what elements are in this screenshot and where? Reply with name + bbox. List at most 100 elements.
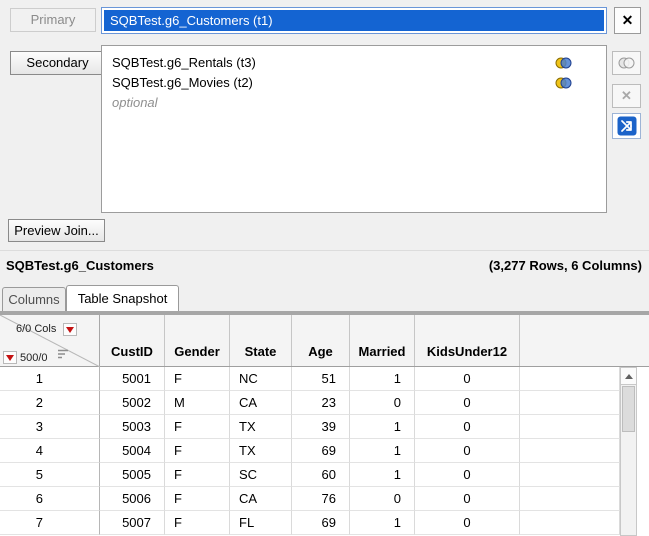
table-cell[interactable]: 76 [292,487,350,511]
column-header-age[interactable]: Age [292,315,350,366]
row-number[interactable]: 2 [0,391,100,415]
tab-columns[interactable]: Columns [2,287,66,311]
table-cell[interactable]: 5004 [100,439,165,463]
table-cell[interactable]: CA [230,391,292,415]
preview-join-button[interactable]: Preview Join... [8,219,105,242]
column-header-gender[interactable]: Gender [165,315,230,366]
column-header-kidsunder12[interactable]: KidsUnder12 [415,315,520,366]
table-cell[interactable]: 0 [350,391,415,415]
table-cell[interactable]: 60 [292,463,350,487]
table-cell[interactable]: CA [230,487,292,511]
table-cell[interactable]: 1 [350,415,415,439]
table-cell[interactable]: 5006 [100,487,165,511]
secondary-optional-placeholder: optional [102,93,606,113]
table-cell[interactable]: 5003 [100,415,165,439]
table-cell[interactable]: SC [230,463,292,487]
table-row: 75007FFL6910 [0,511,649,535]
row-number[interactable]: 5 [0,463,100,487]
row-number[interactable]: 7 [0,511,100,535]
secondary-button[interactable]: Secondary [10,51,105,75]
primary-table-field[interactable]: SQBTest.g6_Customers (t1) [101,7,607,34]
row-number[interactable]: 1 [0,367,100,391]
column-header-married[interactable]: Married [350,315,415,366]
up-arrow-icon [625,374,633,379]
empty-cell [520,487,620,511]
swap-tables-button[interactable] [612,113,641,139]
primary-table-selection[interactable]: SQBTest.g6_Customers (t1) [104,10,604,31]
table-cell[interactable]: 0 [415,487,520,511]
table-cell[interactable]: 5002 [100,391,165,415]
table-cell[interactable]: 0 [415,415,520,439]
table-cell[interactable]: 39 [292,415,350,439]
rows-red-triangle-menu[interactable] [3,351,17,364]
table-cell[interactable]: 1 [350,439,415,463]
secondary-table-item[interactable]: SQBTest.g6_Rentals (t3) [102,53,606,73]
table-cell[interactable]: F [165,439,230,463]
table-cell[interactable]: 0 [350,487,415,511]
table-cell[interactable]: 5005 [100,463,165,487]
row-number[interactable]: 3 [0,415,100,439]
rows-count-badge: 500/0 [20,352,48,364]
table-cell[interactable]: F [165,415,230,439]
secondary-table-list[interactable]: SQBTest.g6_Rentals (t3)SQBTest.g6_Movies… [101,45,607,213]
table-summary: (3,277 Rows, 6 Columns) [489,258,642,273]
table-cell[interactable]: TX [230,439,292,463]
empty-cell [520,439,620,463]
table-cell[interactable]: 69 [292,439,350,463]
table-row: 55005FSC6010 [0,463,649,487]
table-cell[interactable]: 5001 [100,367,165,391]
tab-table-snapshot[interactable]: Table Snapshot [66,285,179,311]
table-cell[interactable]: 0 [415,367,520,391]
secondary-table-item[interactable]: SQBTest.g6_Movies (t2) [102,73,606,93]
table-cell[interactable]: 0 [415,511,520,535]
empty-cell [520,511,620,535]
table-cell[interactable]: 5007 [100,511,165,535]
table-cell[interactable]: 0 [415,391,520,415]
table-cell[interactable]: F [165,487,230,511]
table-title: SQBTest.g6_Customers [6,258,154,273]
remove-secondary-table-button[interactable]: ✕ [612,84,641,108]
table-cell[interactable]: F [165,511,230,535]
table-cell[interactable]: 1 [350,511,415,535]
table-cell[interactable]: 51 [292,367,350,391]
rows-list-icon [57,348,70,360]
table-cell[interactable]: NC [230,367,292,391]
header-filler [520,315,620,366]
table-cell[interactable]: TX [230,415,292,439]
table-cell[interactable]: 69 [292,511,350,535]
table-cell[interactable]: 0 [415,463,520,487]
table-cell[interactable]: 1 [350,367,415,391]
table-row: 15001FNC5110 [0,367,649,391]
scroll-up-button[interactable] [621,368,636,385]
venn-diagram-icon-disabled [618,57,635,69]
table-cell[interactable]: F [165,367,230,391]
column-header-state[interactable]: State [230,315,292,366]
query-builder-window: Primary SQBTest.g6_Customers (t1) ✕ Seco… [0,0,649,536]
secondary-table-name: SQBTest.g6_Rentals (t3) [112,53,256,73]
remove-primary-table-button[interactable]: ✕ [614,7,641,34]
panel-separator [0,250,649,251]
join-venn-icon[interactable] [555,57,572,69]
column-header-custid[interactable]: CustID [100,315,165,366]
primary-label: Primary [10,8,96,32]
table-row: 45004FTX6910 [0,439,649,463]
table-snapshot-grid: 6/0 Cols 500/0 CustIDGenderStateAgeMarri… [0,311,649,536]
row-number[interactable]: 4 [0,439,100,463]
row-number[interactable]: 6 [0,487,100,511]
table-row: 35003FTX3910 [0,415,649,439]
grid-body: 15001FNC511025002MCA230035003FTX39104500… [0,367,649,535]
vertical-scrollbar[interactable] [620,367,637,536]
table-cell[interactable]: FL [230,511,292,535]
edit-join-button[interactable] [612,51,641,75]
table-cell[interactable]: F [165,463,230,487]
table-cell[interactable]: M [165,391,230,415]
table-row: 65006FCA7600 [0,487,649,511]
scrollbar-thumb[interactable] [622,386,635,432]
table-cell[interactable]: 23 [292,391,350,415]
table-cell[interactable]: 0 [415,439,520,463]
crossed-arrows-icon [617,116,637,136]
table-cell[interactable]: 1 [350,463,415,487]
columns-red-triangle-menu[interactable] [63,323,77,336]
join-venn-icon[interactable] [555,77,572,89]
empty-cell [520,415,620,439]
